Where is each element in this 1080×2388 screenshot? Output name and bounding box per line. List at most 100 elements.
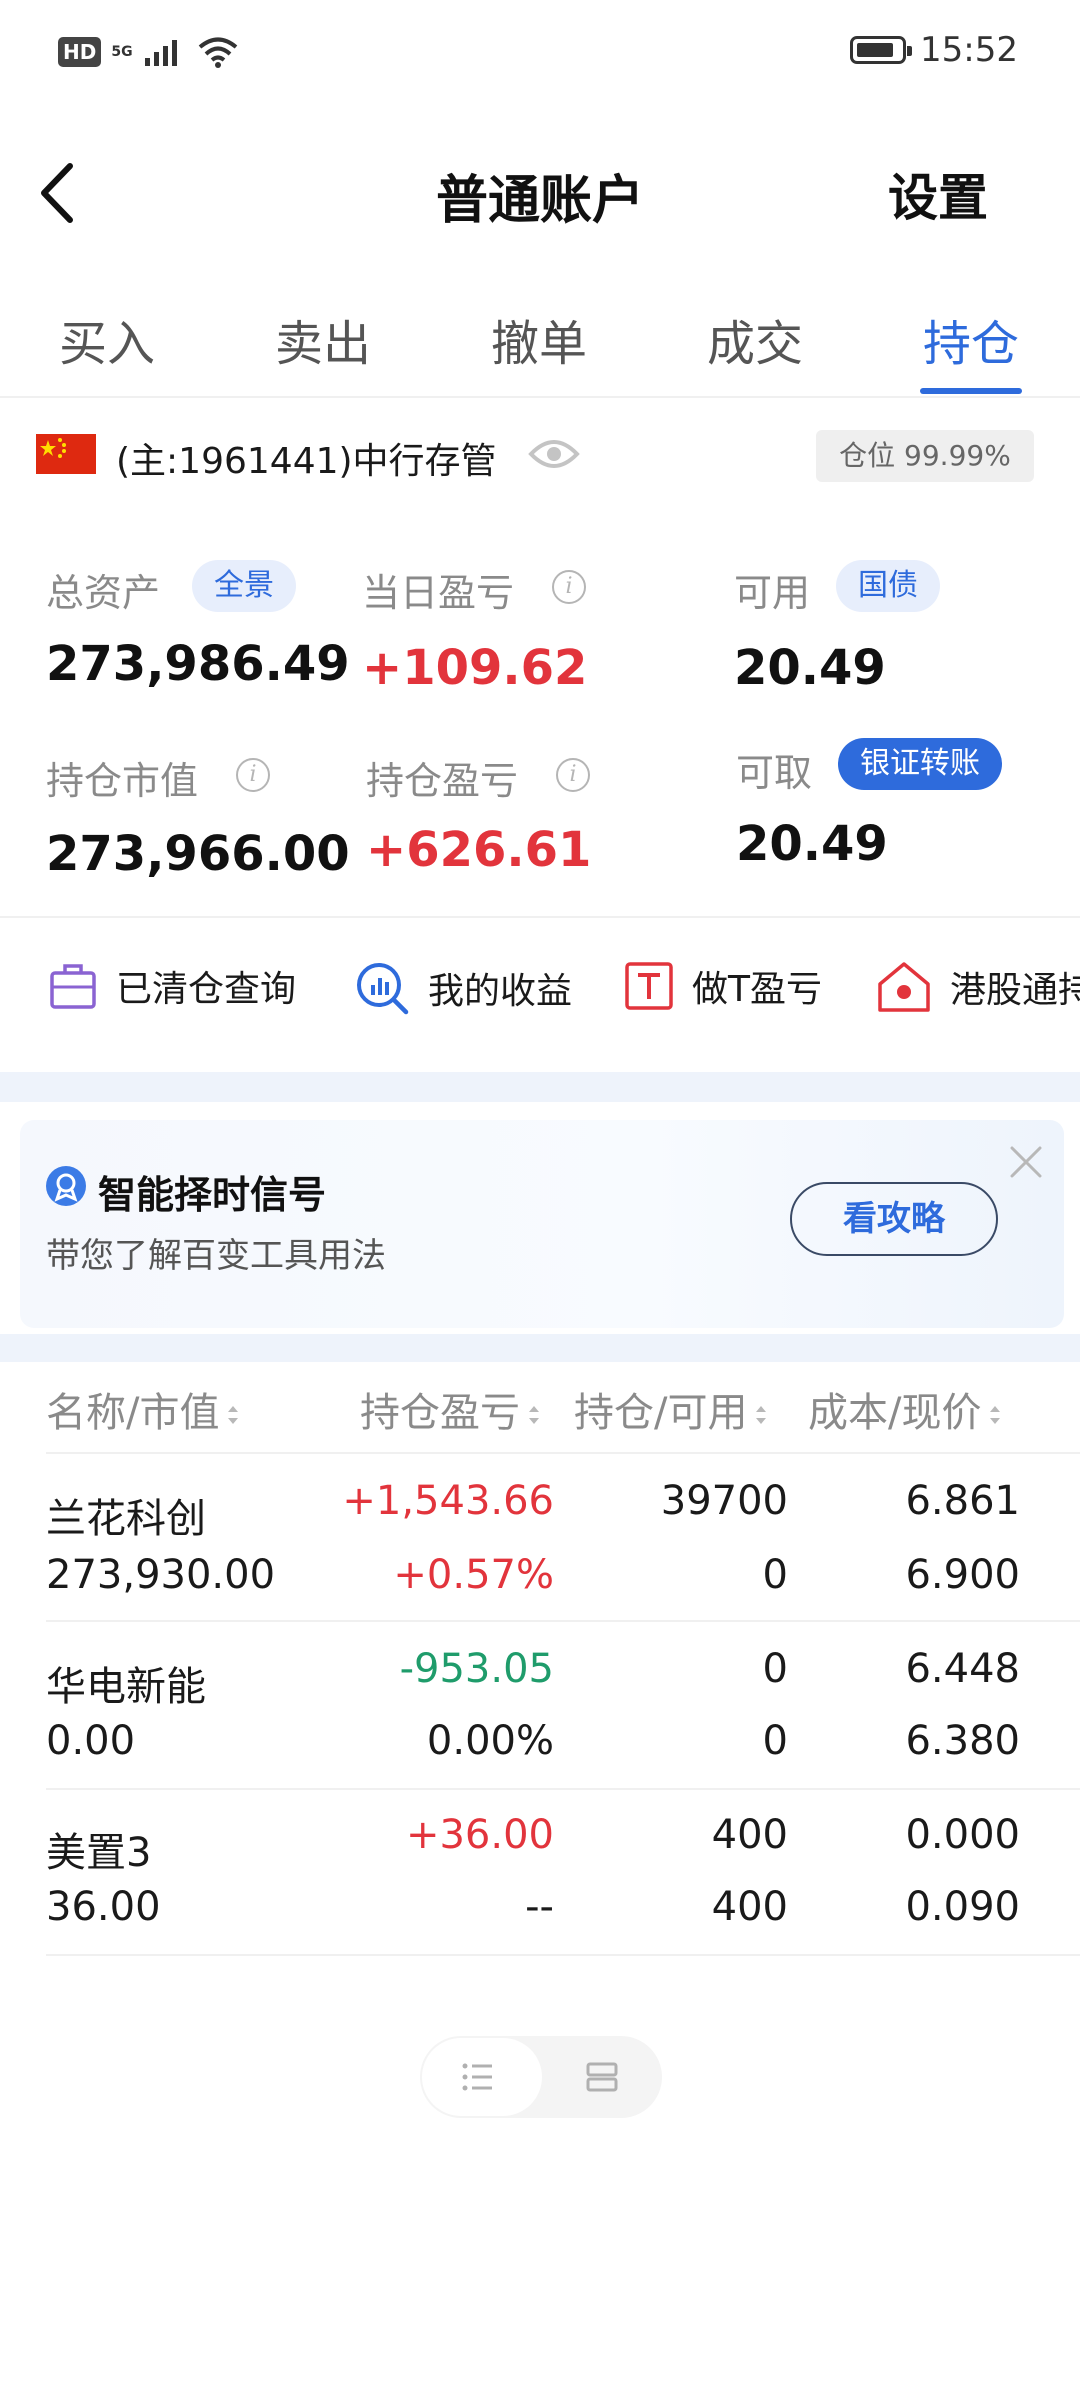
briefcase-icon [50,964,96,1009]
position-ratio-badge: 仓位 99.99% [816,430,1034,482]
stock-price: 0.090 [905,1884,1020,1930]
my-earnings-link[interactable]: 我的收益 [354,960,572,1016]
position-pnl-label: 持仓盈亏 [366,759,519,803]
close-icon[interactable] [1004,1140,1048,1184]
tab-holdings[interactable]: 持仓 [906,304,1036,374]
chart-search-icon [357,963,409,1015]
stock-price: 6.380 [905,1718,1020,1764]
available-value: 20.49 [734,640,886,696]
section-gap [0,1072,1080,1102]
info-icon[interactable]: i [552,570,586,604]
eye-icon[interactable] [528,436,580,472]
header-position-pnl[interactable]: 持仓盈亏 [360,1380,542,1438]
network-type: 5G [111,44,133,60]
sort-icon [990,1406,1001,1424]
row-divider [46,1788,1080,1790]
list-view-icon[interactable] [460,2060,496,2094]
stock-name: 美置3 [46,1830,152,1876]
quick-action-label: 港股通持 [950,970,1080,1011]
header-name-value[interactable]: 名称/市值 [46,1380,241,1438]
sort-icon [529,1406,539,1424]
stock-cost: 6.448 [905,1646,1020,1692]
promo-card[interactable]: 智能择时信号 带您了解百变工具用法 看攻略 [20,1120,1064,1328]
view-toggle[interactable] [420,2036,662,2118]
hk-home-icon [878,962,930,1012]
quick-action-label: 做T盈亏 [692,969,822,1010]
total-assets-label: 总资产 [46,571,161,615]
row-divider [46,1620,1080,1622]
view-guide-button[interactable]: 看攻略 [790,1182,998,1256]
status-right: 15:52 [850,30,1018,70]
sort-icon [228,1406,239,1424]
promo-subtitle: 带您了解百变工具用法 [46,1236,386,1276]
wifi-icon [198,37,237,68]
daily-pnl-label: 当日盈亏 [362,571,515,615]
status-bar: HD 5G 15:52 [0,0,1080,110]
stock-market-value: 36.00 [46,1884,161,1930]
signal-icon [144,40,177,66]
status-time: 15:52 [920,30,1018,70]
stock-name: 华电新能 [46,1664,206,1710]
withdrawable-value: 20.49 [736,816,888,872]
stock-holding: 400 [711,1812,788,1858]
row-divider [46,1954,1080,1956]
china-flag-icon [36,434,96,474]
position-pnl-value: +626.61 [366,822,592,878]
tab-buy[interactable]: 买入 [42,304,172,374]
market-value-label: 持仓市值 [46,759,199,803]
tab-cancel[interactable]: 撤单 [474,304,604,374]
divider [0,916,1080,918]
market-value-value: 273,966.00 [46,826,350,882]
t-trade-pnl-link[interactable]: 做T盈亏 [624,960,822,1012]
stock-holding: 39700 [660,1478,788,1524]
stock-available: 0 [762,1718,788,1764]
stock-cost: 6.861 [905,1478,1020,1524]
daily-pnl-value: +109.62 [362,640,588,696]
stock-available: 0 [762,1552,788,1598]
treasury-pill[interactable]: 国债 [836,560,940,612]
cleared-positions-link[interactable]: 已清仓查询 [48,960,296,1012]
info-icon[interactable]: i [556,758,590,792]
account-name: (主:1961441)中行存管 [116,441,497,482]
row-divider [46,1452,1080,1454]
bank-transfer-button[interactable]: 银证转账 [838,738,1002,790]
settings-button[interactable]: 设置 [888,158,988,230]
tab-deals[interactable]: 成交 [690,304,820,374]
stock-pnl-pct: +0.57% [393,1552,554,1598]
stock-cost: 0.000 [905,1812,1020,1858]
stock-market-value: 273,930.00 [46,1552,276,1598]
card-view-icon[interactable] [584,2060,620,2094]
account-row[interactable]: (主:1961441)中行存管 仓位 99.99% [0,420,1080,490]
stock-market-value: 0.00 [46,1718,136,1764]
available-label: 可用 [734,571,811,615]
battery-icon [850,36,913,64]
hd-badge: HD [58,37,102,67]
section-gap [0,1334,1080,1362]
trade-tabs: 买入 卖出 撤单 成交 持仓 [0,296,1080,398]
total-assets-value: 273,986.49 [46,636,350,692]
stock-pnl: +1,543.66 [342,1478,554,1524]
status-left: HD 5G [58,36,239,68]
overview-pill[interactable]: 全景 [192,560,296,612]
stock-price: 6.900 [905,1552,1020,1598]
hk-connect-link[interactable]: 港股通持 [876,960,1080,1014]
header-cost-price[interactable]: 成本/现价 [808,1380,1003,1438]
quick-action-label: 已清仓查询 [116,969,297,1010]
tab-sell[interactable]: 卖出 [258,304,388,374]
stock-pnl-pct: -- [525,1884,554,1930]
stock-pnl: -953.05 [399,1646,554,1692]
quick-action-label: 我的收益 [428,971,573,1012]
stock-available: 400 [711,1884,788,1930]
stock-holding: 0 [762,1646,788,1692]
promo-title: 智能择时信号 [98,1173,327,1217]
t-box-icon [625,962,673,1010]
info-icon[interactable]: i [236,758,270,792]
sort-icon [756,1406,767,1424]
stock-name: 兰花科创 [46,1496,206,1542]
stock-pnl: +36.00 [405,1812,554,1858]
active-tab-indicator [920,388,1022,394]
smart-signal-icon [46,1166,86,1206]
stock-pnl-pct: 0.00% [426,1718,554,1764]
withdrawable-label: 可取 [736,751,813,795]
header-holding-available[interactable]: 持仓/可用 [574,1380,769,1438]
